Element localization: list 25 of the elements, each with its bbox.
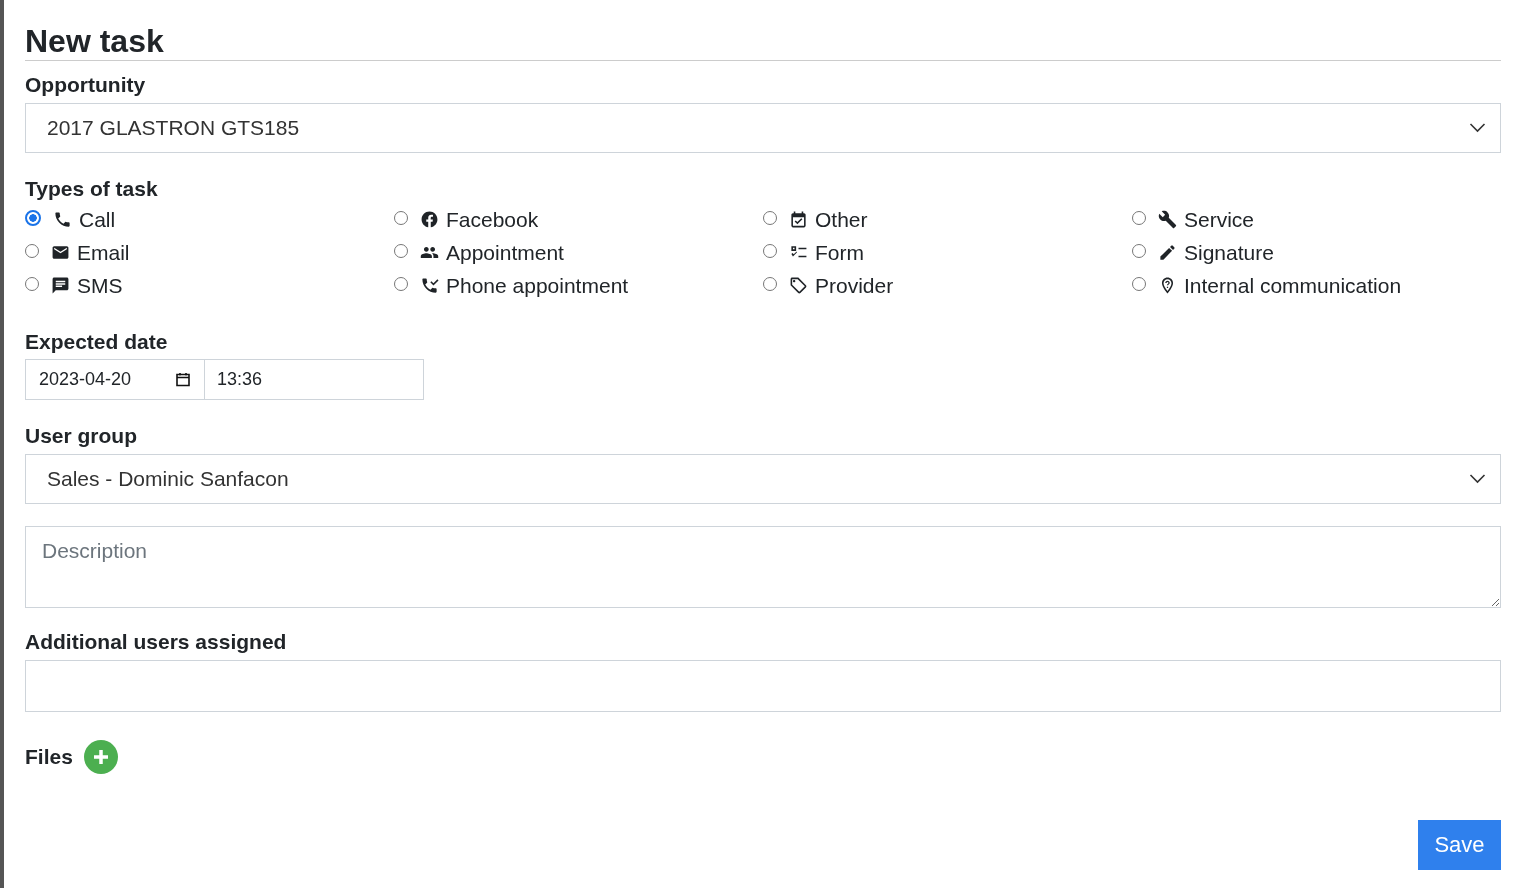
option-label: Service [1184,207,1255,232]
option-label: Appointment [446,240,564,265]
time-field[interactable]: 13:36 [205,359,424,400]
field-label: Files [25,745,73,769]
option-label: Other [815,207,868,232]
option-label: Email [77,240,130,265]
option-label: Provider [815,273,894,298]
save-button[interactable]: Save [1418,820,1501,870]
option-label: SMS [77,273,123,298]
dialog-title: New task [25,18,1501,61]
field-label: Types of task [25,177,159,201]
option-label: Phone appointment [446,273,629,298]
option-label: Internal communication [1184,273,1402,298]
date-field[interactable]: 2023-04-20 [25,359,205,400]
option-label: Facebook [446,207,539,232]
option-label: Call [79,207,116,232]
description-field[interactable]: Description [25,526,1501,608]
option-label: Form [815,240,864,265]
user-group-select[interactable]: Sales - Dominic Sanfacon [25,454,1501,504]
option-label: Signature [1184,240,1274,265]
field-label: Additional users assigned [25,630,288,654]
field-label: User group [25,424,138,448]
opportunity-select[interactable]: 2017 GLASTRON GTS185 [25,103,1501,153]
field-label: Opportunity [25,73,147,97]
field-label: Expected date [25,330,169,354]
